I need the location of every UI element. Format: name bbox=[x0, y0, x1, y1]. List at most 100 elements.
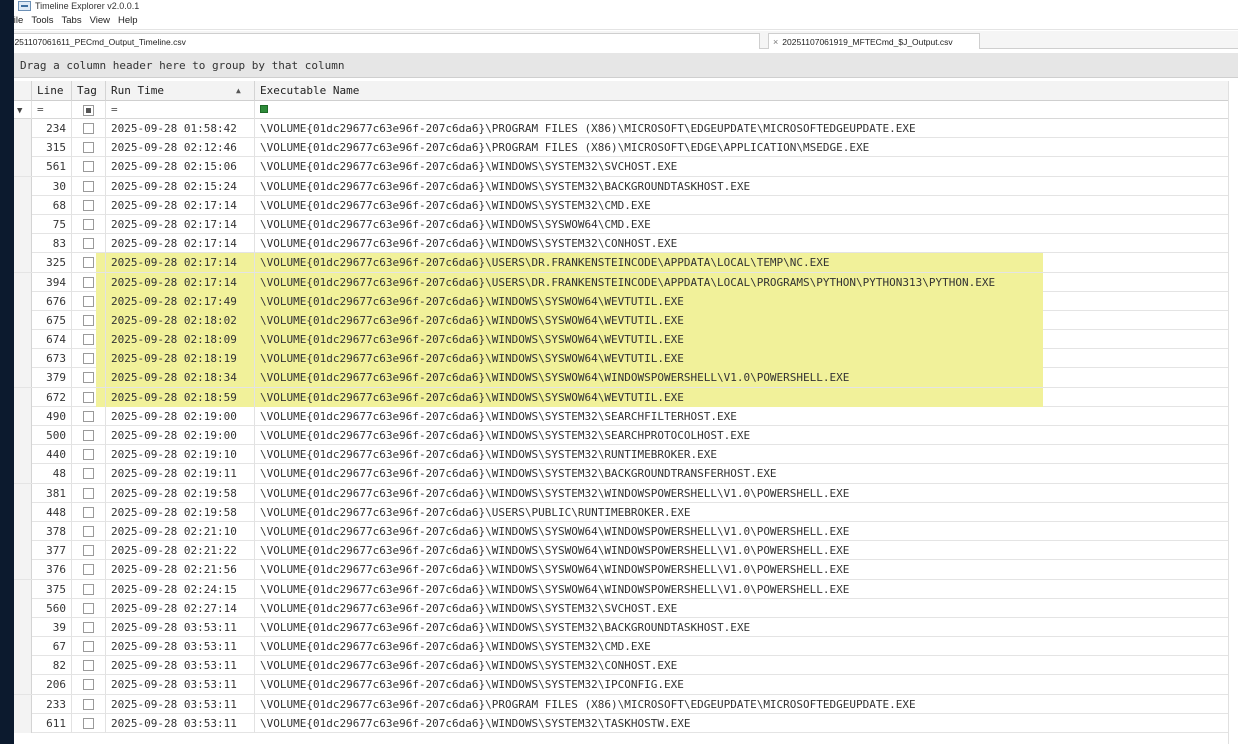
tag-checkbox[interactable] bbox=[83, 545, 94, 557]
table-row[interactable]: 560 2025-09-28 02:27:14 \VOLUME{01dc29677c… bbox=[14, 598, 1238, 618]
row-indicator[interactable] bbox=[14, 310, 32, 330]
table-row[interactable]: 83 2025-09-28 02:17:14 \VOLUME{01dc29677c6… bbox=[14, 234, 1238, 254]
filter-tag-checkbox[interactable] bbox=[83, 105, 94, 116]
row-indicator[interactable] bbox=[14, 464, 32, 484]
row-indicator[interactable] bbox=[14, 483, 32, 503]
group-by-panel[interactable]: Drag a column header here to group by th… bbox=[14, 53, 1238, 78]
menu-help[interactable]: Help bbox=[114, 12, 142, 30]
table-row[interactable]: 68 2025-09-28 02:17:14 \VOLUME{01dc29677c6… bbox=[14, 195, 1238, 215]
tag-checkbox[interactable] bbox=[83, 468, 94, 480]
filter-run-time[interactable]: = bbox=[106, 101, 255, 119]
filter-line[interactable]: = bbox=[32, 101, 72, 119]
table-row[interactable]: 672 2025-09-28 02:18:59 \VOLUME{01dc29677c… bbox=[14, 387, 1238, 407]
tag-checkbox[interactable] bbox=[83, 621, 94, 633]
row-indicator[interactable] bbox=[14, 637, 32, 657]
table-row[interactable]: 561 2025-09-28 02:15:06 \VOLUME{01dc29677c… bbox=[14, 157, 1238, 177]
vertical-scrollbar[interactable] bbox=[1228, 81, 1238, 744]
tag-checkbox[interactable] bbox=[83, 123, 94, 134]
table-row[interactable]: 67 2025-09-28 03:53:11 \VOLUME{01dc29677c6… bbox=[14, 637, 1238, 657]
tag-checkbox[interactable] bbox=[83, 717, 94, 729]
tag-checkbox[interactable] bbox=[83, 218, 94, 230]
table-row[interactable]: 379 2025-09-28 02:18:34 \VOLUME{01dc29677c… bbox=[14, 368, 1238, 388]
row-indicator[interactable] bbox=[14, 713, 32, 733]
row-indicator[interactable] bbox=[14, 598, 32, 618]
menu-tools[interactable]: Tools bbox=[27, 12, 57, 30]
tag-checkbox[interactable] bbox=[83, 410, 94, 422]
table-row[interactable]: 315 2025-09-28 02:12:46 \VOLUME{01dc29677c… bbox=[14, 138, 1238, 158]
tag-checkbox[interactable] bbox=[83, 161, 94, 173]
table-row[interactable]: 75 2025-09-28 02:17:14 \VOLUME{01dc29677c6… bbox=[14, 214, 1238, 235]
table-row[interactable]: 394 2025-09-28 02:17:14 \VOLUME{01dc29677c… bbox=[14, 272, 1238, 292]
column-header-tag[interactable]: Tag bbox=[72, 81, 106, 101]
tag-checkbox[interactable] bbox=[83, 276, 94, 288]
table-row[interactable]: 674 2025-09-28 02:18:09 \VOLUME{01dc29677c… bbox=[14, 330, 1238, 350]
table-row[interactable]: 325 2025-09-28 02:17:14 \VOLUME{01dc29677c… bbox=[14, 253, 1238, 273]
filter-executable-name[interactable] bbox=[255, 101, 1238, 119]
tag-checkbox[interactable] bbox=[83, 430, 94, 441]
table-row[interactable]: 500 2025-09-28 02:19:00 \VOLUME{01dc29677c… bbox=[14, 426, 1238, 446]
row-indicator[interactable] bbox=[14, 368, 32, 388]
row-indicator[interactable] bbox=[14, 406, 32, 426]
filter-tag[interactable] bbox=[72, 101, 106, 119]
tag-checkbox[interactable] bbox=[83, 372, 94, 384]
tag-checkbox[interactable] bbox=[83, 180, 94, 192]
table-row[interactable]: 30 2025-09-28 02:15:24 \VOLUME{01dc29677c6… bbox=[14, 176, 1238, 196]
table-row[interactable]: 206 2025-09-28 03:53:11 \VOLUME{01dc29677c… bbox=[14, 675, 1238, 695]
tag-checkbox[interactable] bbox=[83, 314, 94, 326]
close-icon[interactable]: × bbox=[773, 37, 778, 47]
table-row[interactable]: 673 2025-09-28 02:18:19 \VOLUME{01dc29677c… bbox=[14, 349, 1238, 369]
tag-checkbox[interactable] bbox=[83, 353, 94, 365]
tag-checkbox[interactable] bbox=[83, 391, 94, 403]
row-indicator[interactable] bbox=[14, 617, 32, 637]
tag-checkbox[interactable] bbox=[83, 641, 94, 653]
tab-mftecmd-j[interactable]: × 20251107061919_MFTECmd_$J_Output.csv bbox=[768, 33, 980, 49]
table-row[interactable]: 381 2025-09-28 02:19:58 \VOLUME{01dc29677c… bbox=[14, 483, 1238, 503]
table-row[interactable]: 82 2025-09-28 03:53:11 \VOLUME{01dc29677c6… bbox=[14, 656, 1238, 676]
tag-checkbox[interactable] bbox=[83, 679, 94, 691]
tag-checkbox[interactable] bbox=[83, 564, 94, 576]
table-row[interactable]: 675 2025-09-28 02:18:02 \VOLUME{01dc29677c… bbox=[14, 310, 1238, 331]
row-indicator[interactable] bbox=[14, 138, 32, 158]
table-row[interactable]: 48 2025-09-28 02:19:11 \VOLUME{01dc29677c6… bbox=[14, 464, 1238, 484]
row-indicator[interactable] bbox=[14, 195, 32, 215]
row-indicator[interactable] bbox=[14, 330, 32, 350]
row-indicator[interactable] bbox=[14, 214, 32, 234]
row-indicator[interactable] bbox=[14, 119, 32, 138]
row-indicator[interactable] bbox=[14, 291, 32, 311]
table-row[interactable]: 376 2025-09-28 02:21:56 \VOLUME{01dc29677c… bbox=[14, 560, 1238, 580]
tag-checkbox[interactable] bbox=[83, 334, 94, 346]
table-row[interactable]: 490 2025-09-28 02:19:00 \VOLUME{01dc29677c… bbox=[14, 406, 1238, 426]
column-header-executable-name[interactable]: Executable Name bbox=[255, 81, 1238, 101]
tag-checkbox[interactable] bbox=[83, 525, 94, 537]
table-row[interactable]: 39 2025-09-28 03:53:11 \VOLUME{01dc29677c6… bbox=[14, 617, 1238, 638]
tag-checkbox[interactable] bbox=[83, 257, 94, 269]
table-row[interactable]: 234 2025-09-28 01:58:42 \VOLUME{01dc29677c… bbox=[14, 119, 1238, 139]
menu-view[interactable]: View bbox=[86, 12, 114, 30]
tag-checkbox[interactable] bbox=[83, 602, 94, 614]
row-indicator[interactable] bbox=[14, 253, 32, 273]
row-indicator[interactable] bbox=[14, 234, 32, 254]
tag-checkbox[interactable] bbox=[83, 583, 94, 595]
table-row[interactable]: 378 2025-09-28 02:21:10 \VOLUME{01dc29677c… bbox=[14, 521, 1238, 542]
row-indicator[interactable] bbox=[14, 445, 32, 465]
table-row[interactable]: 375 2025-09-28 02:24:15 \VOLUME{01dc29677c… bbox=[14, 579, 1238, 599]
tag-checkbox[interactable] bbox=[83, 295, 94, 307]
row-indicator[interactable] bbox=[14, 272, 32, 292]
row-indicator[interactable] bbox=[14, 560, 32, 580]
row-indicator[interactable] bbox=[14, 521, 32, 541]
column-header-line[interactable]: Line bbox=[32, 81, 72, 101]
table-row[interactable]: 448 2025-09-28 02:19:58 \VOLUME{01dc29677c… bbox=[14, 502, 1238, 522]
tag-checkbox[interactable] bbox=[83, 199, 94, 211]
tab-pecmd-timeline[interactable]: 20251107061611_PECmd_Output_Timeline.csv bbox=[0, 33, 760, 49]
tag-checkbox[interactable] bbox=[83, 506, 94, 518]
row-indicator[interactable] bbox=[14, 387, 32, 407]
row-indicator[interactable] bbox=[14, 502, 32, 522]
row-indicator[interactable] bbox=[14, 675, 32, 695]
tag-checkbox[interactable] bbox=[83, 142, 94, 154]
row-indicator[interactable] bbox=[14, 176, 32, 196]
row-indicator[interactable] bbox=[14, 541, 32, 561]
table-row[interactable]: 440 2025-09-28 02:19:10 \VOLUME{01dc29677c… bbox=[14, 445, 1238, 465]
tag-checkbox[interactable] bbox=[83, 698, 94, 710]
tag-checkbox[interactable] bbox=[83, 238, 94, 250]
table-row[interactable]: 377 2025-09-28 02:21:22 \VOLUME{01dc29677c… bbox=[14, 541, 1238, 561]
